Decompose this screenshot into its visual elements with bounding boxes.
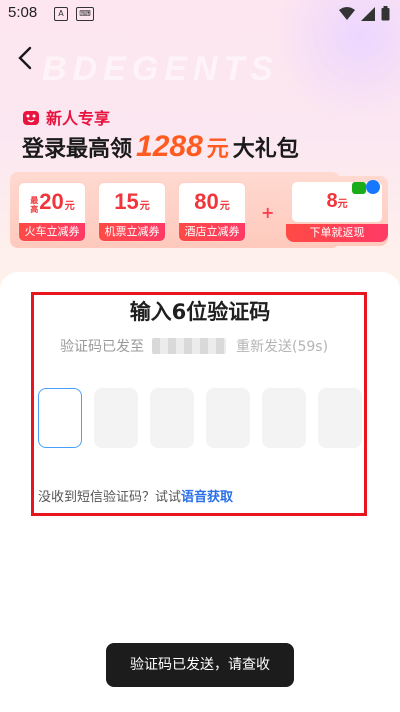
keyboard-icon: ⌨ (76, 7, 94, 21)
wechat-icon (352, 182, 366, 194)
gift-icon (23, 111, 39, 125)
wifi-icon (339, 6, 355, 20)
plus-sign: + (261, 203, 275, 222)
coupon-prefix: 最高 (30, 195, 39, 214)
cashback-card: 8元 下单就返现 (286, 176, 388, 246)
coupon-label: 酒店立减券 (179, 223, 245, 241)
headline-prefix: 登录最高领 (22, 137, 133, 162)
cashback-label: 下单就返现 (286, 224, 388, 242)
coupon-amount: 15 (114, 189, 139, 214)
back-button[interactable] (14, 44, 38, 72)
coupon-train: 最高20元 火车立减券 (18, 182, 86, 242)
status-bar: 5:08 A ⌨ (0, 0, 400, 28)
battery-icon (381, 6, 390, 21)
coupon-amount: 80 (194, 189, 219, 214)
highlight-frame (31, 292, 367, 516)
coupon-hotel: 80元 酒店立减券 (178, 182, 246, 242)
alipay-icon (366, 180, 380, 194)
headline-unit: 元 (206, 137, 229, 162)
coupon-amount: 20 (39, 189, 64, 214)
status-right-icons (339, 6, 390, 21)
cashback-amount: 8 (326, 190, 338, 212)
new-user-tag: 新人专享 (22, 105, 110, 129)
status-left-icons: A ⌨ (54, 7, 94, 21)
cashback-unit: 元 (337, 199, 348, 210)
coupon-label: 机票立减券 (99, 223, 165, 241)
promo-headline: 登录最高领 1288 元 大礼包 (22, 130, 299, 164)
toast-message: 验证码已发送，请查收 (106, 643, 294, 687)
header-watermark: BDEGENTS (42, 50, 279, 88)
coupon-unit: 元 (219, 201, 230, 212)
a-icon: A (54, 7, 68, 21)
status-time: 5:08 (8, 4, 38, 21)
signal-icon (361, 6, 375, 21)
coupon-label: 火车立减券 (19, 223, 85, 241)
headline-amount: 1288 (136, 130, 203, 163)
new-user-tag-text: 新人专享 (46, 109, 111, 128)
headline-suffix: 大礼包 (232, 137, 299, 162)
coupon-unit: 元 (64, 201, 75, 212)
chevron-left-icon (18, 46, 32, 70)
coupon-flight: 15元 机票立减券 (98, 182, 166, 242)
coupon-unit: 元 (139, 201, 150, 212)
